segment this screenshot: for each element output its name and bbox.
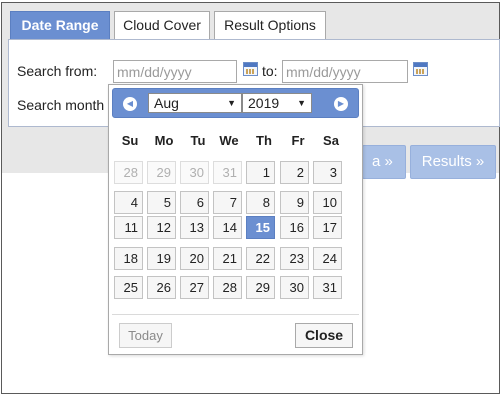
day-cell[interactable]: 5 (147, 191, 176, 214)
day-cell[interactable]: 4 (114, 191, 143, 214)
day-cell[interactable]: 30 (180, 161, 209, 184)
day-cell[interactable]: 1 (246, 161, 275, 184)
day-cell[interactable]: 26 (147, 276, 176, 299)
chevron-left-icon[interactable]: ◀ (123, 97, 137, 111)
day-cell[interactable]: 6 (180, 191, 209, 214)
day-cell[interactable]: 18 (114, 247, 143, 270)
chevron-right-icon[interactable]: ▶ (334, 97, 348, 111)
search-from-label: Search from: (17, 63, 98, 79)
day-cell[interactable]: 2 (280, 161, 309, 184)
day-cell[interactable]: 31 (313, 276, 342, 299)
search-to-label: to: (262, 63, 278, 79)
tab-cloud-cover[interactable]: Cloud Cover (114, 11, 210, 39)
day-cell[interactable]: 12 (147, 216, 176, 239)
weekday-label: Th (256, 133, 272, 148)
chevron-down-icon: ▼ (297, 98, 306, 108)
divider (112, 314, 359, 315)
weekday-label: Sa (323, 133, 339, 148)
year-select-value: 2019 (248, 95, 280, 111)
day-cell[interactable]: 14 (213, 216, 242, 239)
weekday-label: We (219, 133, 239, 148)
day-cell[interactable]: 8 (246, 191, 275, 214)
month-select-value: Aug (154, 95, 179, 111)
day-cell[interactable]: 17 (313, 216, 342, 239)
day-cell[interactable]: 28 (114, 161, 143, 184)
day-cell[interactable]: 28 (213, 276, 242, 299)
datepicker-popup: ◀ Aug ▼ 2019 ▼ ▶ Su Mo Tu We Th Fr Sa 28… (108, 84, 363, 355)
day-cell[interactable]: 16 (280, 216, 309, 239)
day-cell[interactable]: 10 (313, 191, 342, 214)
day-cell[interactable]: 29 (246, 276, 275, 299)
to-calendar-icon[interactable] (413, 62, 428, 76)
day-cell[interactable]: 24 (313, 247, 342, 270)
month-select[interactable]: Aug ▼ (148, 93, 242, 113)
weekday-label: Tu (190, 133, 206, 148)
day-cell[interactable]: 7 (213, 191, 242, 214)
day-cell[interactable]: 23 (280, 247, 309, 270)
datepicker-header: ◀ Aug ▼ 2019 ▼ ▶ (112, 88, 359, 118)
close-button[interactable]: Close (295, 323, 353, 348)
day-cell[interactable]: 29 (147, 161, 176, 184)
search-to-input[interactable] (282, 60, 408, 83)
search-months-label: Search month (17, 97, 105, 113)
weekday-label: Su (121, 133, 139, 148)
year-select[interactable]: 2019 ▼ (242, 93, 312, 113)
day-cell[interactable]: 3 (313, 161, 342, 184)
today-button[interactable]: Today (119, 323, 172, 348)
tab-date-range[interactable]: Date Range (10, 11, 110, 39)
day-cell[interactable]: 25 (114, 276, 143, 299)
weekday-label: Fr (291, 133, 305, 148)
day-cell[interactable]: 30 (280, 276, 309, 299)
day-cell[interactable]: 31 (213, 161, 242, 184)
day-cell[interactable]: 13 (180, 216, 209, 239)
day-cell[interactable]: 20 (180, 247, 209, 270)
selected-day-cell[interactable]: 15 (246, 216, 275, 239)
day-cell[interactable]: 22 (246, 247, 275, 270)
day-cell[interactable]: 19 (147, 247, 176, 270)
chevron-down-icon: ▼ (227, 98, 236, 108)
weekday-label: Mo (154, 133, 174, 148)
data-sets-button[interactable]: a » (362, 145, 406, 179)
day-cell[interactable]: 27 (180, 276, 209, 299)
results-button[interactable]: Results » (410, 145, 496, 179)
tab-result-options[interactable]: Result Options (214, 11, 326, 39)
day-cell[interactable]: 21 (213, 247, 242, 270)
search-from-input[interactable] (113, 60, 237, 83)
day-cell[interactable]: 9 (280, 191, 309, 214)
day-cell[interactable]: 11 (114, 216, 143, 239)
from-calendar-icon[interactable] (243, 62, 258, 76)
